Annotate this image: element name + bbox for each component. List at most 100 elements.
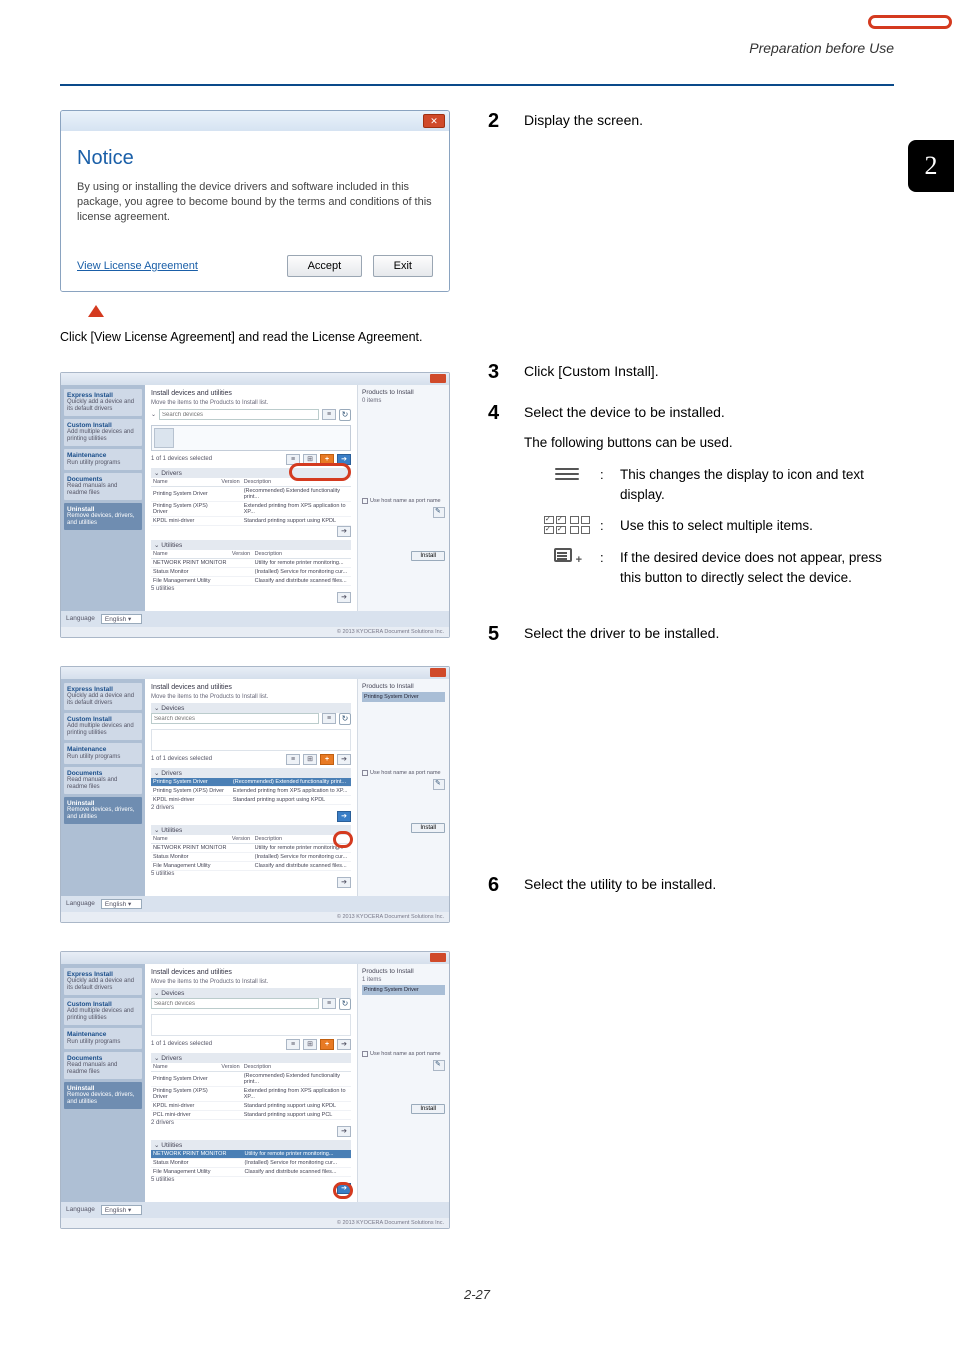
list-view-icon[interactable]: ≡	[322, 713, 336, 724]
sidebar-item-custom[interactable]: Custom InstallAdd multiple devices and p…	[64, 419, 142, 446]
install-button[interactable]: Install	[411, 551, 445, 561]
list-view-icon[interactable]: ≡	[322, 409, 336, 420]
table-row[interactable]: NETWORK PRINT MONITORUtility for remote …	[151, 558, 351, 567]
move-right-icon[interactable]: ➔	[337, 592, 351, 603]
move-right-icon[interactable]: ➔	[337, 1039, 351, 1050]
accept-button[interactable]: Accept	[287, 255, 363, 277]
close-icon[interactable]	[430, 953, 446, 962]
sidebar-item-custom[interactable]: Custom InstallAdd multiple devices and p…	[64, 713, 142, 740]
selected-count: 1 of 1 devices selected	[151, 456, 283, 462]
multi-select-icon[interactable]: ⊞	[303, 754, 317, 765]
sidebar-item-maintenance[interactable]: MaintenanceRun utility programs	[64, 743, 142, 763]
chapter-badge: 2	[908, 140, 954, 192]
license-dialog: ✕ Notice By using or installing the devi…	[60, 110, 450, 292]
edit-icon[interactable]	[433, 507, 445, 518]
table-row[interactable]: Printing System Driver(Recommended) Exte…	[151, 778, 351, 787]
language-select[interactable]: English ▾	[101, 614, 142, 624]
table-row[interactable]: Printing System (XPS) DriverExtended pri…	[151, 501, 351, 516]
language-select[interactable]: English ▾	[101, 1205, 142, 1215]
move-right-icon[interactable]: ➔	[337, 811, 351, 822]
panel-instruction: Move the items to the Products to Instal…	[151, 979, 351, 985]
table-row[interactable]: File Management UtilityClassify and dist…	[151, 861, 351, 870]
table-row[interactable]: PCL mini-driverStandard printing support…	[151, 1110, 351, 1119]
table-row[interactable]: Status Monitor(Installed) Service for mo…	[151, 852, 351, 861]
language-label: Language	[66, 1206, 95, 1213]
add-device-icon[interactable]: +	[320, 754, 334, 765]
table-row[interactable]: KPDL mini-driverStandard printing suppor…	[151, 795, 351, 804]
language-select[interactable]: English ▾	[101, 899, 142, 909]
products-count: 1 items	[362, 977, 445, 983]
products-title: Products to Install	[362, 968, 445, 975]
exit-button[interactable]: Exit	[373, 255, 433, 277]
table-row[interactable]: NETWORK PRINT MONITORUtility for remote …	[151, 843, 351, 852]
sidebar-item-documents[interactable]: DocumentsRead manuals and readme files	[64, 1052, 142, 1079]
reload-icon[interactable]: ↻	[339, 713, 351, 725]
table-row[interactable]: Printing System Driver(Recommended) Exte…	[151, 486, 351, 501]
multi-select-icon[interactable]: ⊞	[303, 1039, 317, 1050]
hostname-checkbox[interactable]: Use host name as port name	[362, 498, 445, 504]
hostname-checkbox[interactable]: Use host name as port name	[362, 1051, 445, 1057]
search-input[interactable]	[151, 998, 319, 1009]
panel-instruction: Move the items to the Products to Instal…	[151, 400, 351, 406]
close-icon[interactable]	[430, 668, 446, 677]
install-button[interactable]: Install	[411, 1104, 445, 1114]
product-item[interactable]: Printing System Driver	[362, 692, 445, 702]
table-row[interactable]: KPDL mini-driverStandard printing suppor…	[151, 516, 351, 525]
table-row[interactable]: KPDL mini-driverStandard printing suppor…	[151, 1101, 351, 1110]
sidebar-item-custom[interactable]: Custom InstallAdd multiple devices and p…	[64, 998, 142, 1025]
sidebar-item-uninstall[interactable]: UninstallRemove devices, drivers, and ut…	[64, 503, 142, 530]
reload-icon[interactable]: ↻	[339, 998, 351, 1010]
add-device-icon[interactable]: +	[320, 1039, 334, 1050]
hostname-checkbox[interactable]: Use host name as port name	[362, 770, 445, 776]
sidebar-item-maintenance[interactable]: MaintenanceRun utility programs	[64, 449, 142, 469]
sidebar-item-documents[interactable]: DocumentsRead manuals and readme files	[64, 767, 142, 794]
table-row[interactable]: Printing System (XPS) DriverExtended pri…	[151, 786, 351, 795]
panel-title: Install devices and utilities	[151, 684, 351, 691]
selected-count: 1 of 1 devices selected	[151, 756, 283, 762]
product-item[interactable]: Printing System Driver	[362, 985, 445, 995]
language-label: Language	[66, 900, 95, 907]
search-input[interactable]	[151, 713, 319, 724]
sidebar-item-uninstall[interactable]: UninstallRemove devices, drivers, and ut…	[64, 797, 142, 824]
callout-circle	[289, 463, 351, 481]
step-4-sub: The following buttons can be used.	[524, 433, 894, 453]
device-item[interactable]	[151, 425, 351, 451]
table-row[interactable]: Printing System Driver(Recommended) Exte…	[151, 1071, 351, 1086]
callout-circle	[333, 1182, 353, 1199]
icon-view-icon[interactable]: ≡	[286, 1039, 300, 1050]
notice-heading: Notice	[77, 147, 433, 170]
utilities-section: ⌄ Utilities	[151, 825, 351, 835]
sidebar-item-express[interactable]: Express InstallQuickly add a device and …	[64, 389, 142, 416]
install-button[interactable]: Install	[411, 823, 445, 833]
sidebar-item-express[interactable]: Express InstallQuickly add a device and …	[64, 683, 142, 710]
table-row[interactable]: Status Monitor(Installed) Service for mo…	[151, 1158, 351, 1167]
edit-icon[interactable]	[433, 779, 445, 790]
sidebar-item-express[interactable]: Express InstallQuickly add a device and …	[64, 968, 142, 995]
table-row[interactable]: Printing System (XPS) DriverExtended pri…	[151, 1086, 351, 1101]
step-number-2: 2	[488, 110, 510, 133]
view-license-link[interactable]: View License Agreement	[77, 260, 198, 272]
sidebar-item-maintenance[interactable]: MaintenanceRun utility programs	[64, 1028, 142, 1048]
table-row[interactable]: Status Monitor(Installed) Service for mo…	[151, 567, 351, 576]
close-icon[interactable]: ✕	[423, 114, 445, 128]
icon-view-icon[interactable]: ≡	[286, 754, 300, 765]
table-row[interactable]: File Management UtilityClassify and dist…	[151, 1167, 351, 1176]
reload-icon[interactable]: ↻	[339, 409, 351, 421]
edit-icon[interactable]	[433, 1060, 445, 1071]
table-row[interactable]: File Management UtilityClassify and dist…	[151, 576, 351, 585]
utilities-table: NETWORK PRINT MONITORUtility for remote …	[151, 1150, 351, 1177]
move-right-icon[interactable]: ➔	[337, 526, 351, 537]
sidebar-item-documents[interactable]: DocumentsRead manuals and readme files	[64, 473, 142, 500]
move-right-icon[interactable]: ➔	[337, 754, 351, 765]
installer-screenshot-1: Express InstallQuickly add a device and …	[60, 372, 450, 638]
move-right-icon[interactable]: ➔	[337, 1126, 351, 1137]
search-input[interactable]	[159, 409, 319, 420]
sidebar-item-uninstall[interactable]: UninstallRemove devices, drivers, and ut…	[64, 1082, 142, 1109]
table-row[interactable]: NETWORK PRINT MONITORUtility for remote …	[151, 1150, 351, 1159]
language-label: Language	[66, 615, 95, 622]
move-right-icon[interactable]: ➔	[337, 877, 351, 888]
list-view-icon[interactable]: ≡	[322, 998, 336, 1009]
colon: :	[600, 516, 610, 536]
close-icon[interactable]	[430, 374, 446, 383]
icon-desc-list: This changes the display to icon and tex…	[620, 465, 894, 504]
